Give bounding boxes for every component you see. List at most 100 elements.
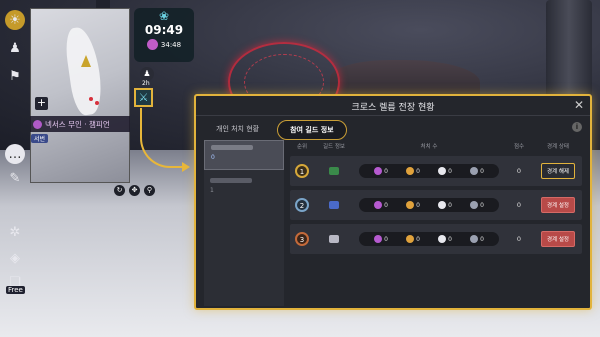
kill-value: 0 [416,235,420,243]
kill-value: 0 [416,167,420,175]
kill-type-icon [438,167,447,175]
party-icon[interactable]: ⚑ [5,66,25,86]
guild-emblem-icon [329,201,339,209]
enemy-dot [95,101,99,105]
guild-list: 0 1 [204,140,284,306]
diamond-icon[interactable]: ◈ [5,248,25,268]
time-widget: ❀ 09:49 34:48 [134,8,194,62]
character-small-icon[interactable]: ♟ [140,67,154,81]
kill-value: 0 [480,201,484,209]
guild-list-count: 1 [210,187,214,194]
header-guild: 길드 정보 [323,144,345,150]
kill-count: 0 [470,201,484,209]
kill-count: 0 [438,167,452,175]
guild-emblem-icon [329,167,339,175]
kill-count: 0 [406,201,420,209]
kill-value: 0 [480,235,484,243]
table-row: 3 0 0 0 0 0 경계 설정 [290,224,582,254]
guild-list-item[interactable]: 1 [204,174,284,204]
panel-tabs: 개인 처치 현황 참여 길드 정보 [204,120,347,140]
settings-icon[interactable]: ✲ [5,222,25,242]
kills-box: 0 0 0 0 [359,164,499,178]
kills-box: 0 0 0 0 [359,198,499,212]
kill-type-icon [438,201,447,209]
kill-count: 0 [374,201,388,209]
minimap[interactable]: + [30,8,130,183]
kill-type-icon [406,235,415,243]
channel-tag[interactable]: 서번 [31,134,49,143]
score-value: 0 [516,201,522,209]
table-row: 2 0 0 0 0 0 경계 설정 [290,190,582,220]
guild-list-item[interactable]: 0 [204,140,284,170]
kill-value: 0 [448,167,452,175]
kill-value: 0 [384,235,388,243]
header-kills: 처치 수 [420,144,438,150]
kill-type-icon [374,235,383,243]
chat-icon[interactable]: … [5,144,25,164]
tool-icon[interactable]: ⚲ [144,185,155,196]
close-icon[interactable]: ✕ [574,98,584,112]
rank-badge: 2 [295,198,309,212]
clock-time: 09:49 [144,23,184,37]
kill-count: 0 [470,167,484,175]
kill-type-icon [406,201,415,209]
rotate-icon[interactable]: ↻ [114,185,125,196]
kill-count: 0 [438,201,452,209]
kill-type-icon [470,201,479,209]
guild-emblem-icon [329,235,339,243]
panel-header: 크로스 렐름 전장 현황 ✕ [196,96,590,116]
kill-value: 0 [416,201,420,209]
cross-realm-button[interactable]: ⚔ [134,88,153,107]
zone-icon [33,119,42,129]
kill-count: 0 [438,235,452,243]
pen-icon[interactable]: ✎ [5,168,25,188]
zone-name: 넥서스 무인 · 챔피언 [45,119,110,129]
guild-list-count: 0 [211,154,215,161]
guard-state-button[interactable]: 경계 설정 [541,231,575,247]
header-rank: 순위 [296,144,308,150]
kill-type-icon [470,235,479,243]
header-score: 점수 [513,144,525,150]
kills-box: 0 0 0 0 [359,232,499,246]
tab-guild-info[interactable]: 참여 길드 정보 [277,120,347,140]
zone-bar[interactable]: 넥서스 무인 · 챔피언 [30,116,130,132]
free-label: Free [6,286,25,294]
kill-type-icon [406,167,415,175]
timer-icon [146,39,158,50]
rank-badge: 1 [295,164,309,178]
lotus-icon: ❀ [158,9,170,23]
score-value: 0 [516,235,522,243]
kill-count: 0 [374,235,388,243]
guild-table: 순위 길드 정보 처치 수 점수 경계 상태 1 0 0 0 0 0 경계 해제… [290,140,582,254]
character-small-label: 2h [142,80,150,87]
kill-type-icon [438,235,447,243]
guard-state-button[interactable]: 경계 해제 [541,163,575,179]
rank-badge: 3 [295,232,309,246]
header-state: 경계 상태 [547,144,569,150]
kill-count: 0 [470,235,484,243]
move-icon[interactable]: ✥ [129,185,140,196]
highlight-arrow-head [182,162,190,172]
kill-count: 0 [374,167,388,175]
remaining-time: 34:48 [160,40,182,49]
table-header: 순위 길드 정보 처치 수 점수 경계 상태 [290,140,582,152]
left-sidebar: ☀ ♟ ⚑ … ✎ ✲ ◈ ❏ Free [0,0,30,337]
score-value: 0 [516,167,522,175]
tab-personal-kills[interactable]: 개인 처치 현황 [204,120,271,140]
kill-value: 0 [384,201,388,209]
kill-value: 0 [480,167,484,175]
table-row: 1 0 0 0 0 0 경계 해제 [290,156,582,186]
character-icon[interactable]: ♟ [5,38,25,58]
kill-count: 0 [406,235,420,243]
kill-value: 0 [384,167,388,175]
cross-realm-panel: 크로스 렐름 전장 현황 ✕ 개인 처치 현황 참여 길드 정보 i 0 1 순… [194,94,592,310]
kill-value: 0 [448,201,452,209]
zoom-in-button[interactable]: + [35,97,48,110]
info-icon[interactable]: i [572,122,582,132]
panel-title: 크로스 렐름 전장 현황 [351,103,435,113]
kill-count: 0 [406,167,420,175]
kill-type-icon [374,201,383,209]
kill-value: 0 [448,235,452,243]
guard-state-button[interactable]: 경계 설정 [541,197,575,213]
sun-emblem-icon[interactable]: ☀ [5,10,25,30]
